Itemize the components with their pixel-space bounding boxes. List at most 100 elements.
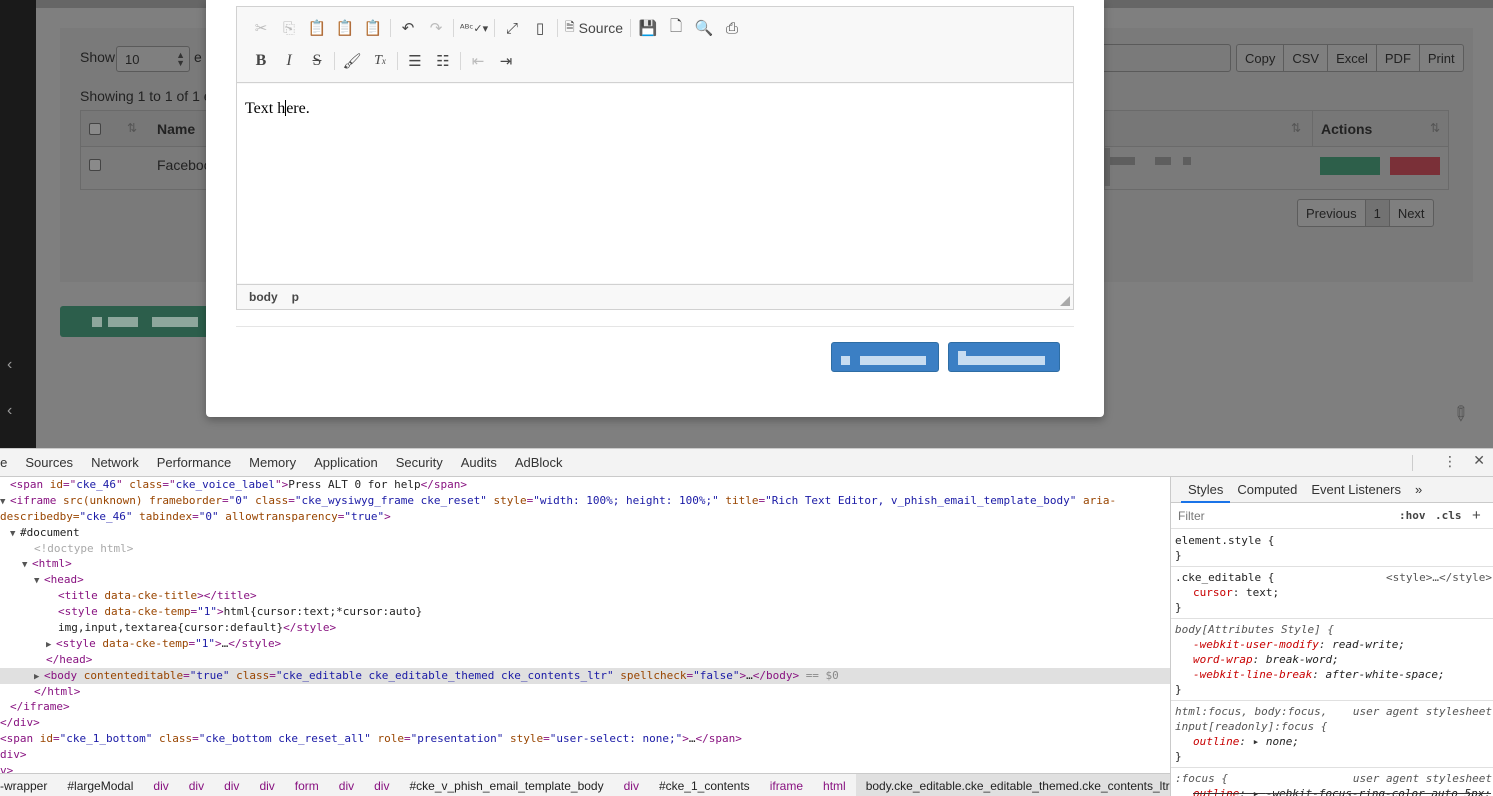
name-column-header[interactable]: Name xyxy=(157,121,195,137)
dom-node[interactable]: </html> xyxy=(0,684,1170,700)
crumb[interactable]: form xyxy=(285,779,329,793)
strike-icon[interactable]: S xyxy=(303,49,331,73)
class-toggle[interactable]: .cls xyxy=(1435,509,1462,522)
crumb[interactable]: iframe xyxy=(760,779,813,793)
edit-action-button[interactable] xyxy=(1320,157,1380,175)
bold-icon[interactable]: B xyxy=(247,49,275,73)
crumb[interactable]: html xyxy=(813,779,856,793)
row-checkbox[interactable] xyxy=(89,159,101,171)
print-button[interactable]: Print xyxy=(1418,44,1464,72)
tab-performance[interactable]: Performance xyxy=(148,455,240,470)
source-button[interactable]: 🗎 Source xyxy=(561,16,627,40)
dom-node[interactable]: ▼ #document xyxy=(0,525,1170,541)
tab-computed[interactable]: Computed xyxy=(1230,477,1304,503)
tab-network[interactable]: Network xyxy=(82,455,148,470)
crumb[interactable]: div xyxy=(179,779,214,793)
tab-sources[interactable]: Sources xyxy=(16,455,82,470)
crumb-selected[interactable]: body.cke_editable.cke_editable_themed.ck… xyxy=(855,774,1170,796)
dom-node[interactable]: <span id="cke_46" class="cke_voice_label… xyxy=(0,477,1170,493)
dom-node[interactable]: <title data-cke-title></title> xyxy=(0,588,1170,604)
path-p[interactable]: p xyxy=(292,290,299,304)
style-rule[interactable]: :focus { user agent stylesheet outline: … xyxy=(1171,768,1493,796)
dom-node[interactable]: <!doctype html> xyxy=(0,541,1170,557)
hover-state-toggle[interactable]: :hov xyxy=(1399,509,1426,522)
style-rule[interactable]: body[Attributes Style] { -webkit-user-mo… xyxy=(1171,619,1493,701)
sort-icon[interactable]: ⇅ xyxy=(1291,121,1301,135)
preview-icon[interactable]: 🔍 xyxy=(690,16,718,40)
dom-node[interactable]: </iframe> xyxy=(0,699,1170,715)
tab-event-listeners[interactable]: Event Listeners xyxy=(1304,477,1408,503)
copy-icon[interactable]: ⎘ xyxy=(275,16,303,40)
print-icon[interactable]: ⎙ xyxy=(718,16,746,40)
redo-icon[interactable]: ↷ xyxy=(422,16,450,40)
spellcheck-icon[interactable]: ᴬᴮᶜ✓▾ xyxy=(457,16,491,40)
excel-button[interactable]: Excel xyxy=(1327,44,1377,72)
style-rule[interactable]: html:focus, body:focus, user agent style… xyxy=(1171,701,1493,768)
style-rule[interactable]: element.style { } xyxy=(1171,530,1493,567)
copy-button[interactable]: Copy xyxy=(1236,44,1285,72)
crumb[interactable]: div xyxy=(143,779,178,793)
undo-icon[interactable]: ↶ xyxy=(394,16,422,40)
dom-node[interactable]: div> xyxy=(0,747,1170,763)
more-tabs-icon[interactable]: » xyxy=(1408,477,1429,503)
elements-tree[interactable]: <span id="cke_46" class="cke_voice_label… xyxy=(0,477,1170,773)
dom-node-selected[interactable]: ▶ <body contenteditable="true" class="cke… xyxy=(0,667,1170,684)
styles-filter-input[interactable]: Filter xyxy=(1178,509,1205,523)
chevron-left-icon[interactable]: ‹ xyxy=(7,402,12,420)
copy-format-icon[interactable]: 🖌 xyxy=(338,49,366,73)
sort-icon[interactable]: ⇅ xyxy=(127,121,137,135)
page-size-select[interactable]: 10 ▲ ▼ xyxy=(116,46,190,72)
crumb[interactable]: div xyxy=(614,779,649,793)
previous-page-button[interactable]: Previous xyxy=(1297,199,1366,227)
dom-node[interactable]: <span id="cke_1_bottom" class="cke_botto… xyxy=(0,731,1170,747)
dom-node[interactable]: ▼ <html> xyxy=(0,556,1170,572)
crumb[interactable]: div xyxy=(329,779,364,793)
tab-application[interactable]: Application xyxy=(305,455,387,470)
delete-action-button[interactable] xyxy=(1390,157,1440,175)
dom-node[interactable]: ▶ <style data-cke-temp="1">…</style> xyxy=(0,636,1170,652)
paste-text-icon[interactable]: 📋 xyxy=(331,16,359,40)
add-button[interactable] xyxy=(60,306,210,337)
add-rule-icon[interactable]: + xyxy=(1472,507,1481,524)
tab-memory[interactable]: Memory xyxy=(240,455,305,470)
tab-security[interactable]: Security xyxy=(387,455,452,470)
tab-console[interactable]: ole xyxy=(0,455,16,470)
pdf-button[interactable]: PDF xyxy=(1375,44,1420,72)
dom-node[interactable]: </div> xyxy=(0,715,1170,731)
paste-word-icon[interactable]: 📋 xyxy=(359,16,387,40)
save-icon[interactable]: 💾 xyxy=(634,16,662,40)
crumb[interactable]: #cke_v_phish_email_template_body xyxy=(399,779,613,793)
indent-icon[interactable]: ⇥ xyxy=(492,49,520,73)
show-blocks-icon[interactable]: ▯ xyxy=(526,16,554,40)
dom-node[interactable]: </head> xyxy=(0,652,1170,668)
resize-handle-icon[interactable] xyxy=(1060,296,1070,306)
more-options-icon[interactable]: ⋮ xyxy=(1443,454,1457,470)
close-icon[interactable]: ✕ xyxy=(1473,453,1485,469)
dom-node[interactable]: ▼ <head> xyxy=(0,572,1170,588)
cut-icon[interactable]: ✂ xyxy=(247,16,275,40)
tab-adblock[interactable]: AdBlock xyxy=(506,455,572,470)
maximize-icon[interactable]: ⤢ xyxy=(498,16,526,40)
italic-icon[interactable]: I xyxy=(275,49,303,73)
select-all-checkbox[interactable] xyxy=(89,123,101,135)
edit-pencil-icon[interactable]: ✎ xyxy=(1446,399,1480,433)
numbered-list-icon[interactable]: ☰ xyxy=(401,49,429,73)
dom-node[interactable]: img,input,textarea{cursor:default}</styl… xyxy=(0,620,1170,636)
csv-button[interactable]: CSV xyxy=(1283,44,1329,72)
editor-paragraph[interactable]: Text here. xyxy=(245,100,310,118)
crumb[interactable]: div xyxy=(364,779,399,793)
outdent-icon[interactable]: ⇤ xyxy=(464,49,492,73)
crumb[interactable]: #cke_1_contents xyxy=(649,779,760,793)
page-1-button[interactable]: 1 xyxy=(1364,199,1390,227)
dom-node[interactable]: <style data-cke-temp="1">html{cursor:tex… xyxy=(0,604,1170,620)
tab-styles[interactable]: Styles xyxy=(1181,477,1231,503)
crumb[interactable]: div xyxy=(249,779,284,793)
tab-audits[interactable]: Audits xyxy=(452,455,506,470)
new-page-icon[interactable]: 🗋 xyxy=(662,16,690,40)
remove-format-icon[interactable]: Tx xyxy=(366,49,394,73)
style-rule[interactable]: .cke_editable { <style>…</style> cursor:… xyxy=(1171,567,1493,619)
crumb[interactable]: #largeModal xyxy=(57,779,143,793)
dom-node[interactable]: v> xyxy=(0,763,1170,773)
next-page-button[interactable]: Next xyxy=(1388,199,1434,227)
rule-origin-link[interactable]: <style>…</style> xyxy=(1386,570,1492,585)
